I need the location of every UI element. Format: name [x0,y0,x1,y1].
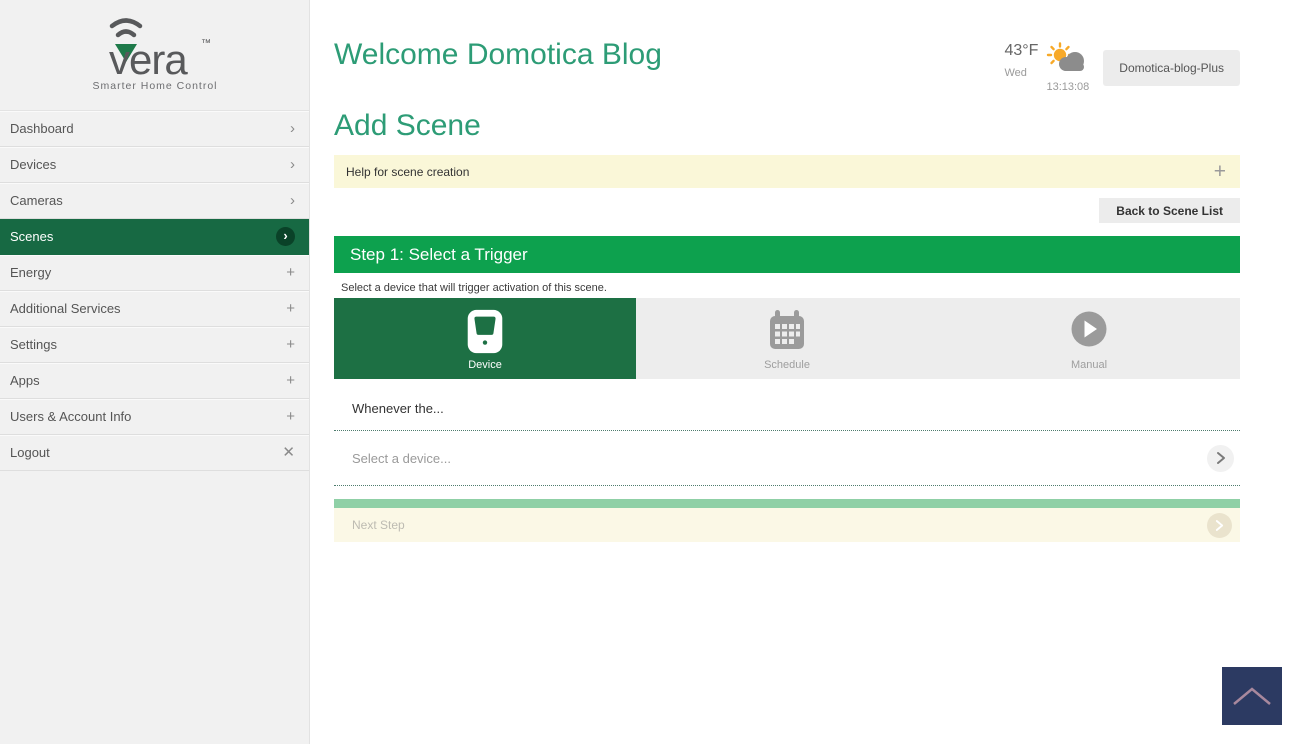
sidebar-item-scenes[interactable]: Scenes › [0,219,309,255]
brand-name: vera [109,36,188,83]
chevron-right-icon: › [290,192,295,209]
plus-icon: + [286,372,295,389]
plus-icon: + [286,408,295,425]
plus-icon: + [286,300,295,317]
progress-strip [334,499,1240,508]
header-right: 43°F Wed 13:13:08 Domotica-blog-Plus [1004,36,1240,93]
sidebar-item-settings[interactable]: Settings + [0,327,309,363]
sidebar-item-label: Devices [10,157,57,172]
sidebar-item-users-account[interactable]: Users & Account Info + [0,399,309,435]
sidebar-item-additional-services[interactable]: Additional Services + [0,291,309,327]
app-root: vera ™ Smarter Home Control Dashboard › … [0,0,1300,744]
help-label: Help for scene creation [346,164,470,179]
sidebar: vera ™ Smarter Home Control Dashboard › … [0,0,310,744]
weather-time: 13:13:08 [1046,81,1090,93]
chevron-right-circle-icon[interactable] [1207,444,1234,472]
trigger-type-tabs: Device Schedule Manual [334,298,1240,379]
tab-schedule[interactable]: Schedule [636,298,938,379]
weather-widget: 43°F Wed 13:13:08 [1004,42,1089,93]
sidebar-item-apps[interactable]: Apps + [0,363,309,399]
sidebar-item-energy[interactable]: Energy + [0,255,309,291]
sidebar-item-devices[interactable]: Devices › [0,147,309,183]
calendar-icon [765,308,809,357]
controller-selector[interactable]: Domotica-blog-Plus [1103,50,1240,86]
back-to-scene-list-button[interactable]: Back to Scene List [1099,198,1240,223]
next-step-button[interactable]: Next Step [334,508,1240,542]
sidebar-item-logout[interactable]: Logout ✕ [0,435,309,471]
chevron-up-icon [1233,687,1271,705]
step-header: Step 1: Select a Trigger [334,236,1240,273]
sidebar-item-label: Cameras [10,193,63,208]
sidebar-item-label: Additional Services [10,301,121,316]
sidebar-item-label: Scenes [10,229,54,244]
brand-tagline: Smarter Home Control [92,80,217,92]
tab-label: Schedule [764,359,810,371]
back-row: Back to Scene List [334,198,1240,223]
help-accordion[interactable]: Help for scene creation + [334,155,1240,188]
sidebar-item-label: Energy [10,265,52,280]
partly-cloudy-icon [1047,42,1085,71]
sidebar-item-label: Users & Account Info [10,409,132,424]
welcome-title: Welcome Domotica Blog [334,38,662,71]
chevron-right-circle-icon: › [276,227,295,246]
vera-logo-icon: vera ™ Smarter Home Control [92,18,217,92]
select-device-row[interactable]: Select a device... [334,431,1240,485]
sidebar-item-label: Apps [10,373,40,388]
dotted-divider [334,485,1240,486]
plus-icon: + [286,336,295,353]
whenever-label: Whenever the... [352,401,444,416]
sidebar-item-label: Logout [10,445,50,460]
brand-trademark: ™ [201,38,211,49]
play-icon [1068,308,1110,355]
sidebar-nav: Dashboard › Devices › Cameras › Scenes ›… [0,111,309,471]
scroll-to-top-button[interactable] [1222,667,1282,725]
chevron-right-circle-icon [1207,512,1232,538]
page-title: Add Scene [334,109,481,142]
weather-temperature: 43°F [1004,42,1039,59]
tab-device[interactable]: Device [334,298,636,379]
plus-icon: + [286,264,295,281]
sidebar-item-label: Settings [10,337,57,352]
sidebar-item-dashboard[interactable]: Dashboard › [0,111,309,147]
vera-logo: vera ™ Smarter Home Control [0,0,309,111]
tab-manual[interactable]: Manual [938,298,1240,379]
chevron-right-icon: › [290,156,295,173]
close-icon: ✕ [282,444,295,461]
chevron-right-icon: › [290,120,295,137]
select-device-placeholder: Select a device... [352,450,451,466]
next-step-label: Next Step [352,518,405,532]
weather-day: Wed [1004,67,1027,79]
step-description: Select a device that will trigger activa… [341,282,607,294]
sidebar-item-cameras[interactable]: Cameras › [0,183,309,219]
main-content: Welcome Domotica Blog 43°F Wed 13:13:08 … [310,0,1300,744]
tab-label: Manual [1070,359,1108,371]
device-icon [465,308,505,361]
sidebar-item-label: Dashboard [10,121,74,136]
expand-plus-icon[interactable]: + [1214,161,1226,182]
header-row: Welcome Domotica Blog 43°F Wed 13:13:08 … [334,36,1240,93]
